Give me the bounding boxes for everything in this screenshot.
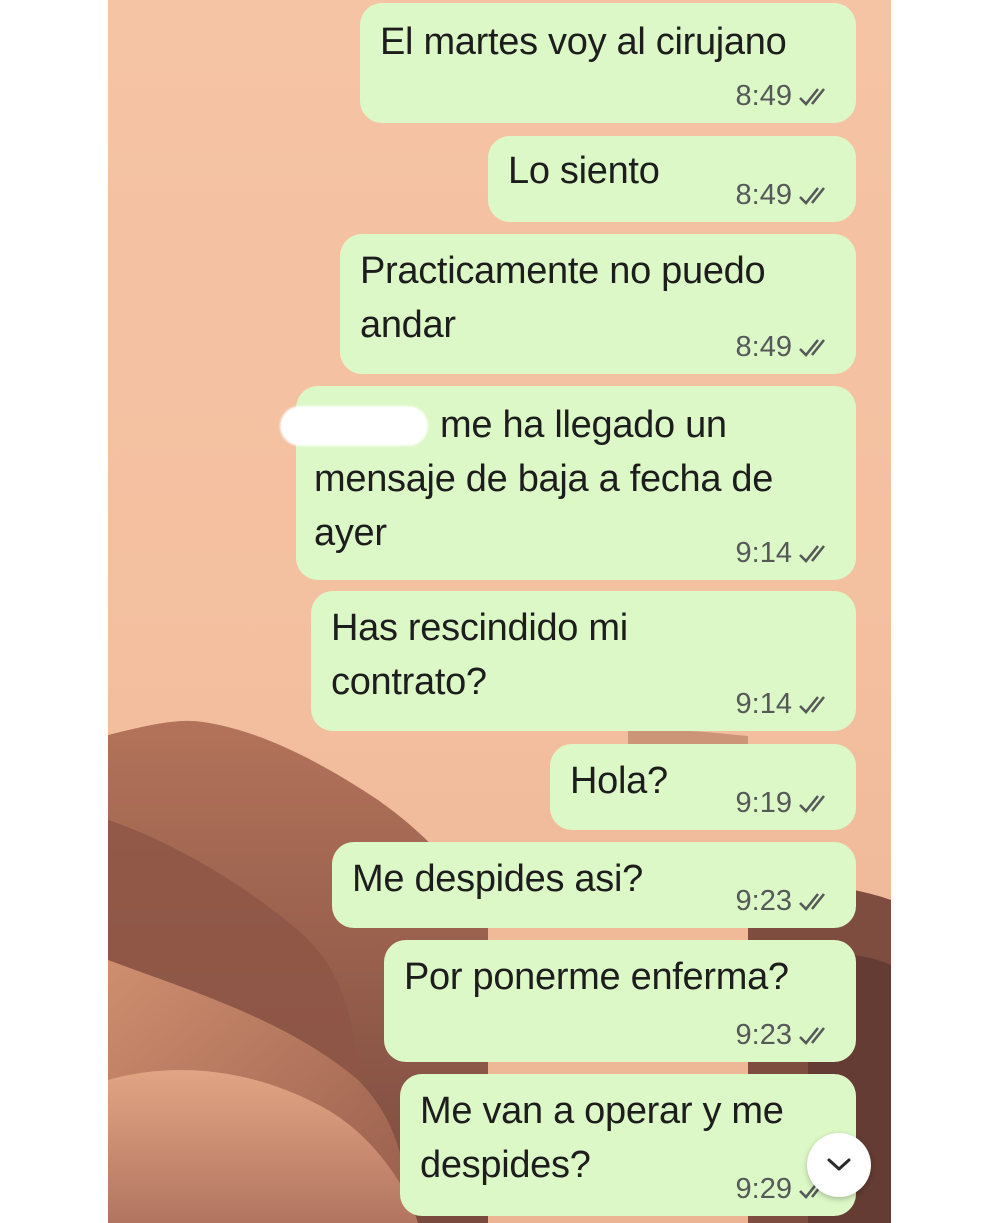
message-text: Practicamente no puedo andar (360, 250, 766, 346)
message-bubble[interactable]: Lo siento 8:49 (488, 136, 856, 222)
message-time: 8:49 (735, 331, 792, 363)
message-meta: 9:23 (736, 1019, 834, 1052)
message-text: El martes voy al cirujano (380, 21, 787, 63)
message-text: Lo siento (508, 150, 660, 192)
message-bubble[interactable]: Me van a operar y me despides? 9:29 (400, 1074, 856, 1216)
double-check-icon (799, 87, 826, 106)
scroll-to-bottom-button[interactable] (807, 1133, 871, 1197)
screenshot-page: El martes voy al cirujano 8:49 Lo siento… (0, 0, 1000, 1223)
message-text: Por ponerme enferma? (404, 956, 789, 998)
message-time: 9:14 (735, 537, 792, 569)
message-time: 8:49 (735, 179, 792, 211)
message-meta: 9:23 (736, 885, 834, 918)
message-meta: 9:14 (736, 688, 834, 721)
redaction-mark (280, 406, 428, 446)
message-time: 9:23 (735, 885, 792, 917)
message-meta: 8:49 (736, 331, 834, 364)
message-time: 9:19 (735, 787, 792, 819)
message-time: 8:49 (735, 80, 792, 112)
double-check-icon (799, 186, 826, 205)
message-time: 9:14 (735, 688, 792, 720)
message-text: Hola? (570, 760, 668, 802)
double-check-icon (799, 338, 826, 357)
message-bubble[interactable]: Por ponerme enferma? 9:23 (384, 940, 856, 1062)
chevron-down-icon (827, 1158, 851, 1171)
message-time: 9:29 (735, 1173, 792, 1205)
double-check-icon (799, 695, 826, 714)
message-text: Me van a operar y me despides? (420, 1090, 784, 1186)
message-bubble[interactable]: Practicamente no puedo andar 8:49 (340, 234, 856, 374)
double-check-icon (799, 544, 826, 563)
chat-area[interactable]: El martes voy al cirujano 8:49 Lo siento… (108, 0, 891, 1223)
message-meta: 9:14 (736, 537, 834, 570)
double-check-icon (799, 892, 826, 911)
message-meta: 8:49 (736, 179, 834, 212)
message-time: 9:23 (735, 1019, 792, 1051)
message-meta: 8:49 (736, 80, 834, 113)
message-bubble[interactable]: Has rescindido mi contrato? 9:14 (311, 591, 856, 731)
message-bubble[interactable]: El martes voy al cirujano 8:49 (360, 3, 856, 123)
message-bubble[interactable]: Hola? 9:19 (550, 744, 856, 830)
message-bubble[interactable]: Me despides asi? 9:23 (332, 842, 856, 928)
message-text: Has rescindido mi contrato? (331, 607, 628, 703)
message-meta: 9:19 (736, 787, 834, 820)
message-text: Me despides asi? (352, 858, 643, 900)
double-check-icon (799, 794, 826, 813)
double-check-icon (799, 1026, 826, 1045)
